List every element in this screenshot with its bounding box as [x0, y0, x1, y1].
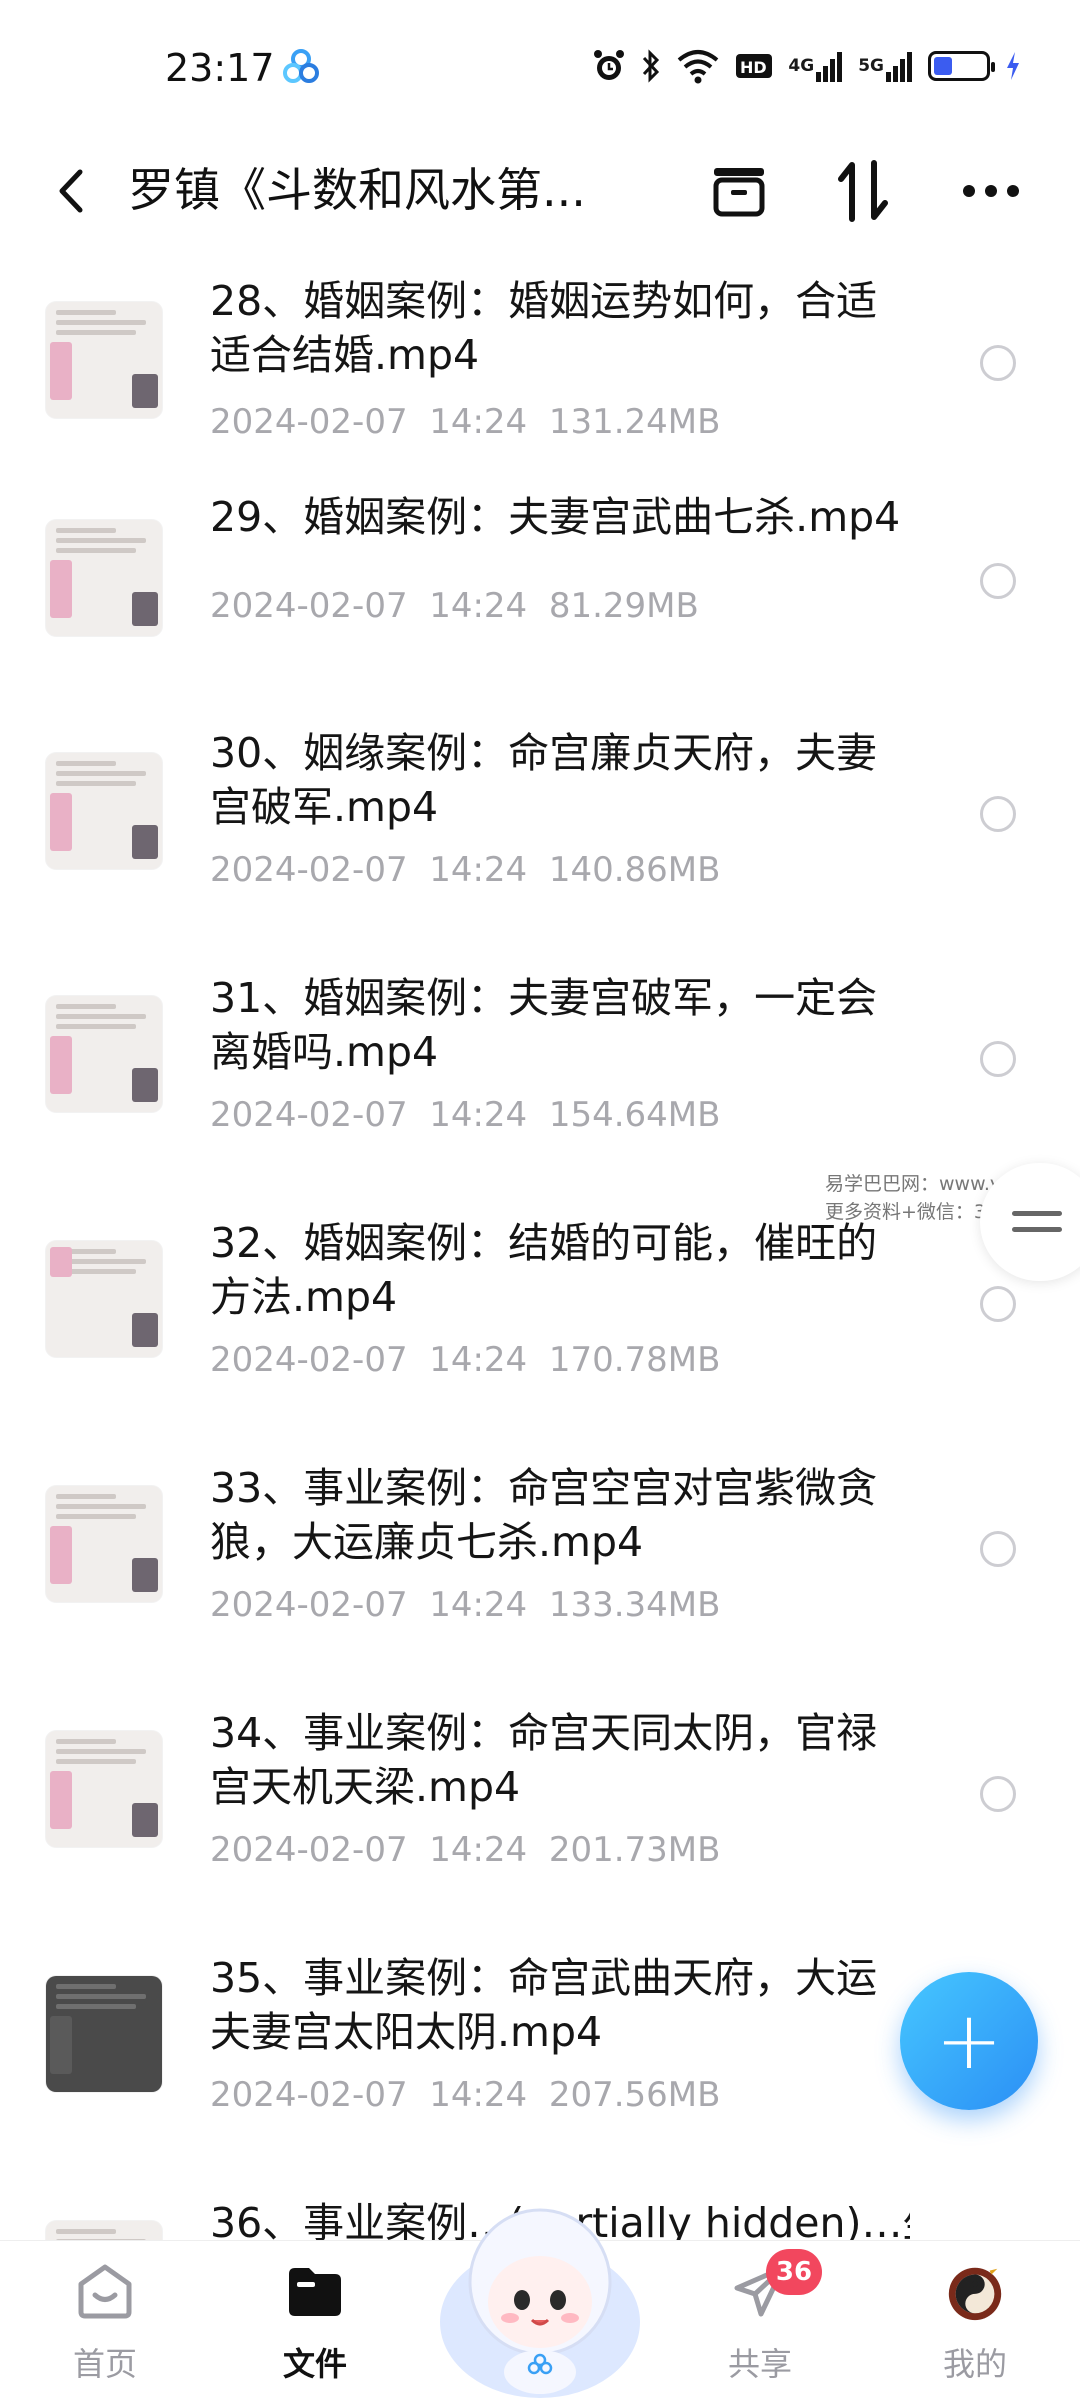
chevron-left-icon — [59, 169, 83, 213]
wifi-icon — [678, 50, 719, 84]
file-name: 35、事业案例：命宫武曲天府，大运夫妻宫太阳太阴.mp4 — [210, 1954, 878, 2056]
status-icons: HD 4G 5G — [592, 48, 1022, 84]
status-bar: 23:17 HD 4G 5G — [0, 0, 1080, 136]
bluetooth-icon — [643, 49, 660, 83]
mascot-icon — [440, 2208, 640, 2398]
nav-item-files[interactable]: 文件 — [235, 2241, 395, 2401]
folder-icon — [283, 2259, 347, 2323]
svg-text:HD: HD — [740, 58, 767, 77]
video-thumbnail — [46, 302, 162, 418]
nav-label-home: 首页 — [72, 2345, 137, 2383]
page-title: 罗镇《斗数和风水第... — [128, 163, 586, 217]
battery-icon — [928, 51, 995, 81]
nav-label-profile: 我的 — [942, 2345, 1007, 2383]
file-list[interactable]: 28、婚姻案例：婚姻运势如何，合适适合结婚.mp4 2024-02-07 14:… — [0, 246, 1080, 2240]
charging-icon — [1007, 52, 1019, 80]
file-item[interactable]: 30、姻缘案例：命宫廉贞天府，夫妻宫破军.mp4 2024-02-07 14:2… — [0, 726, 1080, 966]
home-icon — [73, 2259, 137, 2323]
file-meta: 2024-02-07 14:24 81.29MB — [210, 586, 699, 626]
file-name: 28、婚姻案例：婚姻运势如何，合适适合结婚.mp4 — [210, 277, 878, 379]
select-all-button[interactable] — [704, 156, 774, 226]
file-meta: 2024-02-07 14:24 170.78MB — [210, 1340, 721, 1380]
file-name: 31、婚姻案例：夫妻宫破军，一定会离婚吗.mp4 — [210, 974, 878, 1076]
file-item[interactable]: 33、事业案例：命宫空宫对宫紫微贪狼，大运廉贞七杀.mp4 2024-02-07… — [0, 1461, 1080, 1701]
video-thumbnail — [46, 753, 162, 869]
file-meta: 2024-02-07 14:24 140.86MB — [210, 850, 721, 890]
plus-icon: + — [935, 1994, 1003, 2087]
signal-5g-icon: 5G — [858, 48, 914, 84]
file-item[interactable]: 28、婚姻案例：婚姻运势如何，合适适合结婚.mp4 2024-02-07 14:… — [0, 246, 1080, 486]
nav-label-files: 文件 — [282, 2345, 347, 2383]
file-name: 33、事业案例：命宫空宫对宫紫微贪狼，大运廉贞七杀.mp4 — [210, 1464, 878, 1566]
nav-item-share[interactable]: 36 共享 — [680, 2241, 840, 2401]
file-item[interactable]: 34、事业案例：命宫天同太阴，官禄宫天机天梁.mp4 2024-02-07 14… — [0, 1706, 1080, 1946]
select-checkbox[interactable] — [980, 1776, 1016, 1812]
sort-button[interactable] — [828, 156, 898, 226]
nav-item-home[interactable]: 首页 — [25, 2241, 185, 2401]
file-meta: 2024-02-07 14:24 131.24MB — [210, 402, 721, 442]
header: 罗镇《斗数和风水第... — [0, 136, 1080, 246]
file-name: 29、婚姻案例：夫妻宫武曲七杀.mp4 — [210, 493, 901, 541]
status-time: 23:17 — [165, 46, 275, 90]
notification-badge: 36 — [766, 2249, 822, 2295]
more-button[interactable] — [956, 156, 1026, 226]
add-button[interactable]: + — [900, 1972, 1038, 2110]
video-thumbnail — [46, 996, 162, 1112]
battery-level — [934, 57, 952, 75]
avatar-icon — [943, 2259, 1007, 2323]
sort-icon — [838, 160, 888, 222]
file-meta: 2024-02-07 14:24 154.64MB — [210, 1095, 721, 1135]
select-checkbox[interactable] — [980, 563, 1016, 599]
video-thumbnail — [46, 1976, 162, 2092]
file-item[interactable]: 29、婚姻案例：夫妻宫武曲七杀.mp4 2024-02-07 14:24 81.… — [0, 486, 1080, 726]
select-checkbox[interactable] — [980, 345, 1016, 381]
nav-item-profile[interactable]: 我的 — [895, 2241, 1055, 2401]
app-logo-icon — [283, 49, 319, 83]
file-meta: 2024-02-07 14:24 201.73MB — [210, 1830, 721, 1870]
file-item[interactable]: 32、婚姻案例：结婚的可能，催旺的方法.mp4 2024-02-07 14:24… — [0, 1216, 1080, 1456]
video-thumbnail — [46, 1731, 162, 1847]
video-thumbnail — [46, 520, 162, 636]
select-checkbox[interactable] — [980, 1041, 1016, 1077]
select-checkbox[interactable] — [980, 796, 1016, 832]
file-name: 32、婚姻案例：结婚的可能，催旺的方法.mp4 — [210, 1219, 878, 1321]
hd-voice-icon: HD — [736, 54, 773, 78]
select-checkbox[interactable] — [980, 1531, 1016, 1567]
file-name: 34、事业案例：命宫天同太阴，官禄宫天机天梁.mp4 — [210, 1709, 878, 1811]
select-checkbox[interactable] — [980, 1286, 1016, 1322]
file-name: 30、姻缘案例：命宫廉贞天府，夫妻宫破军.mp4 — [210, 729, 878, 831]
signal-4g-icon: 4G — [788, 48, 844, 84]
file-meta: 2024-02-07 14:24 133.34MB — [210, 1585, 721, 1625]
video-thumbnail — [46, 2221, 162, 2240]
more-horizontal-icon — [963, 185, 1019, 197]
back-button[interactable] — [48, 156, 94, 226]
nav-label-share: 共享 — [727, 2345, 792, 2383]
file-meta: 2024-02-07 14:24 207.56MB — [210, 2075, 721, 2115]
video-thumbnail — [46, 1486, 162, 1602]
alarm-icon — [594, 50, 625, 80]
mascot-button[interactable] — [430, 2172, 650, 2400]
video-thumbnail — [46, 1241, 162, 1357]
tray-icon — [713, 168, 765, 217]
